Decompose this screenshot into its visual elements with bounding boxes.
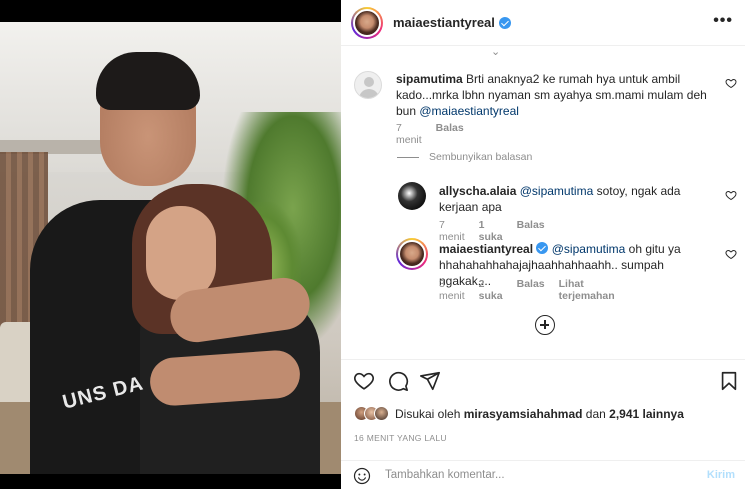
- comment-input[interactable]: [385, 466, 685, 484]
- post-comment-button[interactable]: Kirim: [707, 469, 735, 481]
- verified-badge-icon: [536, 242, 549, 254]
- hide-replies-button[interactable]: Sembunyikan balasan: [397, 151, 532, 163]
- post-timestamp[interactable]: 16 MENIT YANG LALU: [354, 433, 447, 443]
- like-comment-heart-icon[interactable]: [725, 77, 737, 89]
- reply-time: 3 menit: [439, 278, 465, 302]
- author-username[interactable]: maiaestiantyreal: [393, 15, 495, 30]
- emoji-smiley-icon[interactable]: [353, 467, 371, 485]
- comment-time: 7 menit: [396, 122, 422, 146]
- save-bookmark-icon[interactable]: [718, 370, 740, 392]
- commenter-avatar[interactable]: [354, 71, 382, 99]
- photo-woman-face: [146, 206, 216, 300]
- more-options-icon[interactable]: •••: [713, 12, 733, 30]
- reply-mention[interactable]: @sipamutima: [520, 184, 594, 198]
- reply-avatar[interactable]: [396, 238, 428, 270]
- see-translation-button[interactable]: Lihat terjemahan: [559, 278, 615, 302]
- like-heart-icon[interactable]: [353, 370, 375, 392]
- reply-avatar[interactable]: [398, 182, 426, 210]
- reply-button[interactable]: Balas: [517, 219, 545, 243]
- reply-likes-count[interactable]: 1 suka: [479, 219, 503, 243]
- post-header: maiaestiantyreal •••: [341, 0, 745, 46]
- comment-item: sipamutima Brti anaknya2 ke rumah hya un…: [341, 47, 737, 146]
- comment-username[interactable]: sipamutima: [396, 72, 463, 86]
- reply-username[interactable]: maiaestiantyreal: [439, 242, 533, 256]
- like-reply-heart-icon[interactable]: [725, 248, 737, 260]
- reply-username[interactable]: allyscha.alaia: [439, 184, 516, 198]
- author-avatar[interactable]: [351, 7, 383, 39]
- reply-mention[interactable]: @sipamutima: [552, 242, 626, 256]
- add-comment-bar: Kirim: [341, 460, 745, 489]
- likes-summary: Disukai oleh mirasyamsiahahmad dan 2,941…: [354, 406, 684, 421]
- post-side-panel: maiaestiantyreal ••• ⌄ sipamutima Brti a…: [341, 0, 745, 489]
- post-photo[interactable]: UNS DA: [0, 22, 341, 474]
- reply-time: 7 menit: [439, 219, 465, 243]
- liker-username[interactable]: mirasyamsiahahmad: [464, 407, 583, 421]
- reply-button[interactable]: Balas: [436, 122, 464, 146]
- likes-count-link[interactable]: 2,941 lainnya: [609, 407, 684, 421]
- reply-button[interactable]: Balas: [517, 278, 545, 302]
- load-more-comments-plus-icon[interactable]: [535, 315, 555, 335]
- share-paper-plane-icon[interactable]: [419, 370, 441, 392]
- comment-bubble-icon[interactable]: [387, 370, 409, 392]
- like-reply-heart-icon[interactable]: [725, 189, 737, 201]
- post-media-pane: UNS DA: [0, 0, 341, 489]
- likers-avatars[interactable]: [354, 406, 389, 421]
- reply-likes-count[interactable]: 2 suka: [479, 278, 503, 302]
- comments-list: ⌄ sipamutima Brti anaknya2 ke rumah hya …: [341, 47, 745, 359]
- post-actions: Disukai oleh mirasyamsiahahmad dan 2,941…: [341, 359, 745, 459]
- verified-badge-icon: [498, 16, 511, 29]
- comment-mention[interactable]: @maiaestiantyreal: [419, 104, 519, 118]
